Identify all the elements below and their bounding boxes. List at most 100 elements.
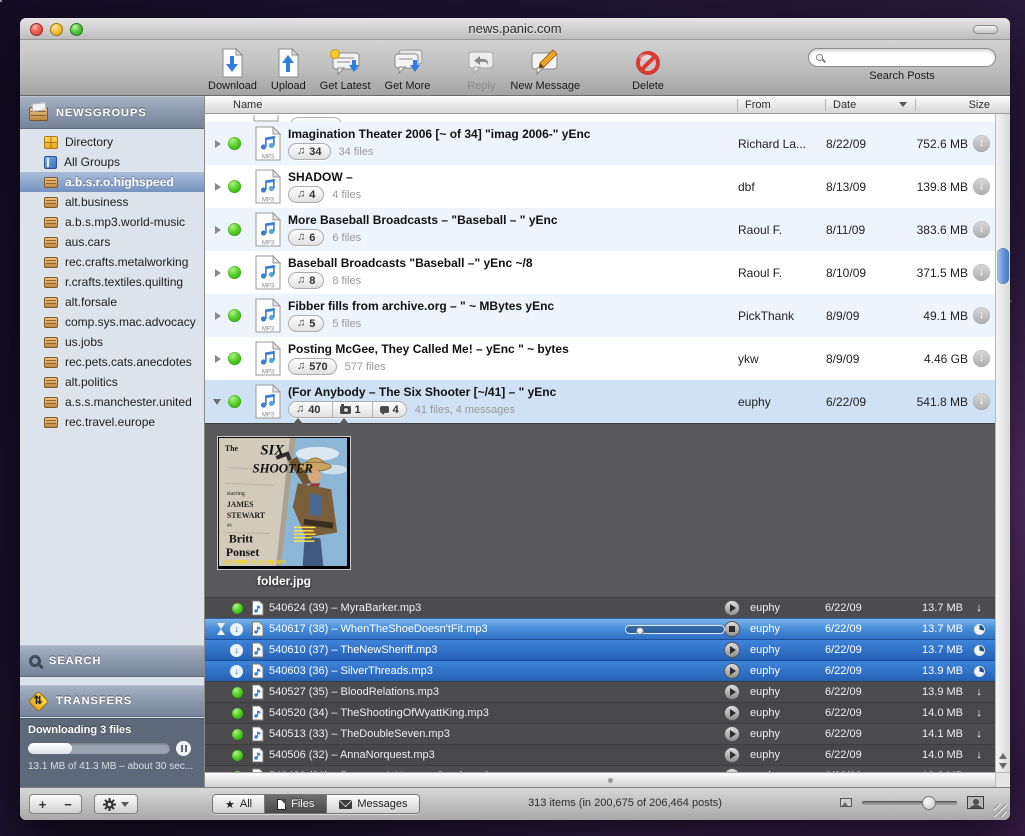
download-post-button[interactable]: ↓ [968,135,995,152]
file-count-badge[interactable]: ♫4 [288,186,324,203]
sidebar-item-group[interactable]: alt.business [20,192,204,212]
title-bar[interactable]: news.panic.com [20,18,1010,40]
post-row[interactable]: MP3 SHADOW – ♫44 files dbf 8/13/09 139.8… [205,165,995,208]
file-row-downloading[interactable]: ↓ 540617 (38) – WhenTheShoeDoesn'tFit.mp… [205,618,995,639]
album-art-thumbnail[interactable]: The SIX SHOOTER starring JAMES STEWART a… [218,437,350,569]
file-count-badge[interactable]: ♫5 [288,315,324,332]
download-button[interactable]: Download [208,47,257,92]
disclosure-triangle-icon[interactable] [205,140,221,148]
download-file-button[interactable]: ↓ [963,687,995,698]
download-file-button[interactable]: ↓ [963,729,995,740]
post-row-selected[interactable]: MP3 (For Anybody – The Six Shooter [~/41… [205,380,995,423]
newsgroups-header[interactable]: NEWSGROUPS [20,96,204,129]
sidebar-item-group[interactable]: comp.sys.mac.advocacy [20,312,204,332]
window-resize-grip[interactable] [994,804,1007,817]
remove-group-button[interactable]: − [55,794,82,814]
column-header-name[interactable]: Name [205,99,737,111]
file-row[interactable]: 540624 (39) – MyraBarker.mp3 euphy 6/22/… [205,597,995,618]
sidebar-item-group[interactable]: rec.crafts.metalworking [20,252,204,272]
disclosure-triangle-icon[interactable] [205,226,221,234]
vertical-scrollbar-thumb[interactable] [997,248,1009,284]
column-header-date[interactable]: Date [825,99,915,111]
pause-transfers-button[interactable] [176,741,191,756]
file-row[interactable]: 540520 (34) – TheShootingOfWyattKing.mp3… [205,702,995,723]
sidebar-item-group[interactable]: rec.travel.europe [20,412,204,432]
play-file-button[interactable] [714,600,750,616]
toolbar-toggle-button[interactable] [973,25,998,34]
column-header-size[interactable]: Size [915,99,1010,111]
filter-messages-button[interactable]: Messages [326,795,419,813]
post-row[interactable]: MP3 Fibber fills from archive.org – " ~ … [205,294,995,337]
play-file-button[interactable] [714,726,750,742]
play-file-button[interactable] [714,747,750,763]
play-file-button[interactable] [714,663,750,679]
photo-count-segment[interactable]: 1 [332,402,368,417]
music-count-segment[interactable]: ♫40 [289,402,328,417]
file-row[interactable]: 540513 (33) – TheDoubleSeven.mp3 euphy 6… [205,723,995,744]
sidebar-item-all-groups[interactable]: All Groups [20,152,204,172]
search-field[interactable] [808,48,996,67]
search-section-header[interactable]: SEARCH [20,645,204,677]
file-row-queued[interactable]: ↓ 540610 (37) – TheNewSheriff.mp3 euphy … [205,639,995,660]
post-row[interactable]: MP3 More Baseball Broadcasts – "Baseball… [205,208,995,251]
zoom-slider-thumb[interactable] [922,796,936,810]
sidebar-item-group[interactable]: a.s.s.manchester.united [20,392,204,412]
add-group-button[interactable]: + [29,794,56,814]
file-row[interactable]: 540527 (35) – BloodRelations.mp3 euphy 6… [205,681,995,702]
content-count-badge[interactable]: ♫40 1 4 [288,401,407,418]
upload-button[interactable]: Upload [271,47,306,92]
file-count-badge[interactable]: ♫6 [288,229,324,246]
partial-post-row[interactable] [205,115,995,122]
disclosure-triangle-open-icon[interactable] [205,399,221,405]
scroll-up-arrow-icon[interactable] [999,753,1007,759]
file-row-queued[interactable]: ↓ 540603 (36) – SilverThreads.mp3 euphy … [205,660,995,681]
filter-all-button[interactable]: ★All [213,795,264,813]
sidebar-item-group[interactable]: alt.forsale [20,292,204,312]
download-post-button[interactable]: ↓ [968,264,995,281]
download-post-button[interactable]: ↓ [968,350,995,367]
download-post-button[interactable]: ↓ [968,307,995,324]
play-file-button[interactable] [714,684,750,700]
post-row[interactable]: MP3 Imagination Theater 2006 [~ of 34] "… [205,122,995,165]
download-post-button[interactable]: ↓ [968,178,995,195]
vertical-scrollbar[interactable] [995,114,1010,772]
sidebar-item-group[interactable]: a.b.s.mp3.world-music [20,212,204,232]
sidebar-item-group-selected[interactable]: a.b.s.r.o.highspeed [20,172,204,192]
sidebar-item-group[interactable]: r.crafts.textiles.quilting [20,272,204,292]
sidebar-item-group[interactable]: aus.cars [20,232,204,252]
delete-button[interactable]: Delete [632,47,664,92]
disclosure-triangle-icon[interactable] [205,312,221,320]
scroll-down-arrow-icon[interactable] [999,763,1007,769]
disclosure-triangle-icon[interactable] [205,183,221,191]
post-row[interactable]: MP3 Posting McGee, They Called Me! – yEn… [205,337,995,380]
new-message-button[interactable]: New Message [510,47,580,92]
transfers-section-header[interactable]: ⇅ TRANSFERS [20,685,204,717]
sidebar-item-group[interactable]: rec.pets.cats.anecdotes [20,352,204,372]
slider-thumb[interactable] [636,627,644,635]
post-row[interactable]: MP3 Baseball Broadcasts "Baseball –" yEn… [205,251,995,294]
disclosure-triangle-icon[interactable] [205,269,221,277]
action-menu-button[interactable] [94,794,138,814]
reply-button[interactable]: Reply [466,47,496,92]
horizontal-scrollbar[interactable] [205,772,995,787]
sidebar-item-group[interactable]: alt.politics [20,372,204,392]
file-count-badge[interactable]: ♫8 [288,272,324,289]
thumbnail-zoom-slider[interactable] [862,801,957,805]
file-row[interactable]: 540506 (32) – AnnaNorquest.mp3 euphy 6/2… [205,744,995,765]
file-count-badge[interactable]: ♫34 [288,143,331,160]
play-file-button[interactable] [714,705,750,721]
file-count-badge[interactable]: ♫570 [288,358,337,375]
get-more-button[interactable]: Get More [385,47,431,92]
download-file-button[interactable]: ↓ [963,603,995,614]
play-file-button[interactable] [714,642,750,658]
filter-files-button[interactable]: Files [264,795,326,813]
playback-progress-slider[interactable] [625,625,725,634]
sidebar-item-group[interactable]: us.jobs [20,332,204,352]
download-post-button[interactable]: ↓ [968,393,995,410]
column-header-from[interactable]: From [737,99,825,111]
get-latest-button[interactable]: Get Latest [320,47,371,92]
download-post-button[interactable]: ↓ [968,221,995,238]
download-file-button[interactable]: ↓ [963,708,995,719]
message-count-segment[interactable]: 4 [372,402,406,417]
sidebar-item-directory[interactable]: Directory [20,132,204,152]
